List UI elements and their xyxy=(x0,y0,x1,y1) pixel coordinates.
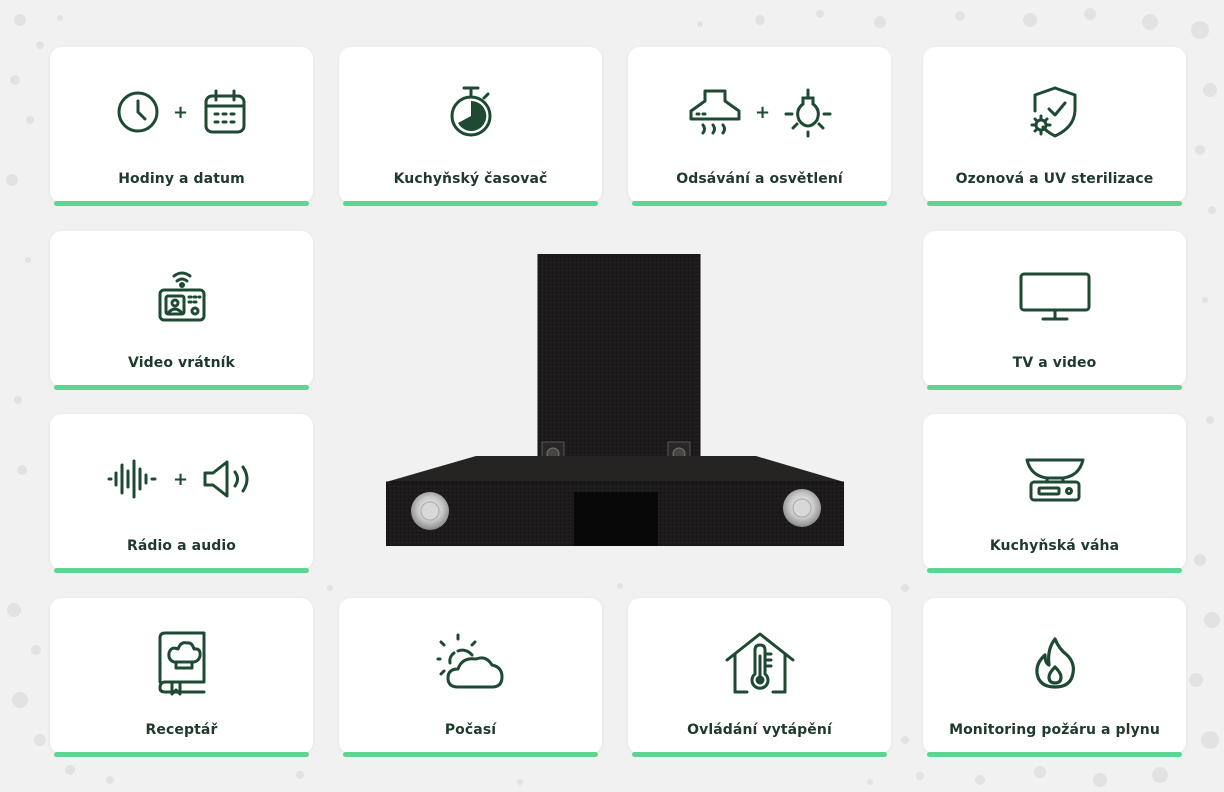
plus-sign: + xyxy=(172,101,189,123)
card-label: TV a video xyxy=(1012,355,1097,371)
plus-sign: + xyxy=(754,101,771,123)
range-hood-product-image xyxy=(386,254,844,546)
feature-card-extraction-lighting[interactable]: + Odsávání a osvětlení xyxy=(628,47,891,206)
card-label: Ozonová a UV sterilizace xyxy=(955,171,1154,187)
range-hood-icon xyxy=(689,89,740,135)
card-label: Kuchyňský časovač xyxy=(393,171,548,187)
feature-card-tv-video[interactable]: TV a video xyxy=(923,231,1186,390)
weather-icon xyxy=(436,633,503,689)
flame-icon xyxy=(1034,637,1075,689)
card-label: Kuchyňská váha xyxy=(989,538,1120,554)
plus-sign: + xyxy=(172,468,189,490)
calendar-icon xyxy=(204,89,245,134)
card-label: Rádio a audio xyxy=(126,538,236,554)
card-label: Odsávání a osvětlení xyxy=(676,171,843,187)
clock-icon xyxy=(117,91,158,133)
feature-card-clock-date[interactable]: + Hodiny a datum xyxy=(50,47,313,206)
sound-wave-icon xyxy=(107,459,156,499)
stopwatch-icon xyxy=(450,86,491,137)
speaker-icon xyxy=(203,460,248,498)
feature-card-video-doorman[interactable]: Video vrátník xyxy=(50,231,313,390)
feature-card-weather[interactable]: Počasí xyxy=(339,598,602,757)
feature-card-heating-control[interactable]: Ovládání vytápění xyxy=(628,598,891,757)
feature-card-recipes[interactable]: Receptář xyxy=(50,598,313,757)
intercom-icon xyxy=(158,271,205,322)
feature-card-kitchen-timer[interactable]: Kuchyňský časovač xyxy=(339,47,602,206)
card-label: Hodiny a datum xyxy=(118,171,245,187)
feature-card-fire-gas[interactable]: Monitoring požáru a plynu xyxy=(923,598,1186,757)
card-label: Monitoring požáru a plynu xyxy=(949,722,1160,738)
card-label: Video vrátník xyxy=(128,355,235,371)
tv-icon xyxy=(1019,272,1090,321)
card-label: Receptář xyxy=(145,722,218,738)
feature-card-ozone-uv[interactable]: Ozonová a UV sterilizace xyxy=(923,47,1186,206)
cookbook-icon xyxy=(158,631,205,696)
house-thermometer-icon xyxy=(725,632,794,694)
card-label: Počasí xyxy=(444,722,497,738)
shield-gear-icon xyxy=(1030,86,1076,138)
light-bulb-icon xyxy=(784,88,831,138)
card-label: Ovládání vytápění xyxy=(687,722,832,738)
scale-icon xyxy=(1025,458,1084,502)
feature-card-radio-audio[interactable]: + Rádio a audio xyxy=(50,414,313,573)
feature-card-kitchen-scale[interactable]: Kuchyňská váha xyxy=(923,414,1186,573)
